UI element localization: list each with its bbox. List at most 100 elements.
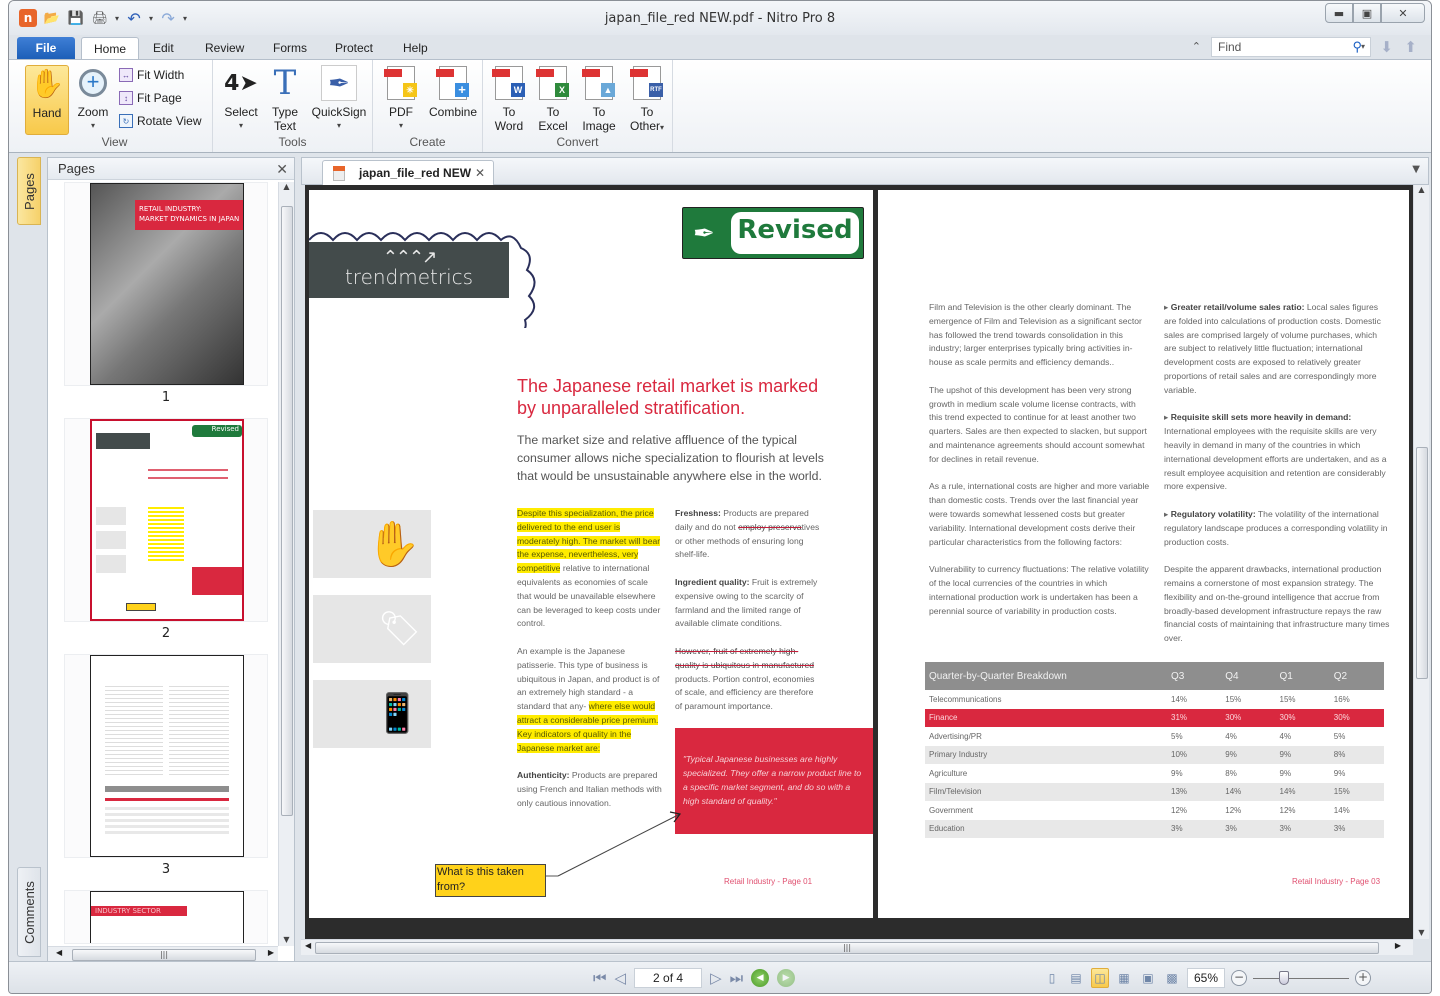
continuous-facing-view-icon[interactable]: ▦	[1115, 968, 1133, 988]
minimize-button[interactable]: ▬	[1325, 3, 1353, 23]
cell-value: 12%	[1225, 805, 1242, 815]
scroll-up-icon[interactable]: ▲	[279, 182, 294, 191]
thumbnail-page-4: INDUSTRY SECTOR	[90, 891, 244, 943]
close-tab-icon[interactable]: ✕	[475, 161, 485, 185]
to-image-button[interactable]: ▲ To Image	[577, 65, 621, 133]
page-thumbnail-1[interactable]: RETAIL INDUSTRY: MARKET DYNAMICS IN JAPA…	[64, 182, 268, 386]
zoom-out-button[interactable]: −	[1231, 970, 1247, 986]
zoom-slider-handle[interactable]	[1278, 971, 1289, 985]
row-label: Finance	[925, 708, 1167, 727]
facing-view-icon[interactable]: ◫	[1091, 968, 1109, 988]
quicksign-button[interactable]: ✒ QuickSign ▾	[309, 65, 369, 133]
comments-side-tab-label: Comments	[21, 880, 37, 944]
fit-width-button[interactable]: ↔ Fit Width	[119, 68, 184, 82]
to-other-button[interactable]: RTF To Other▾	[623, 65, 671, 135]
find-previous-icon[interactable]: ⬆	[1404, 38, 1417, 56]
close-panel-icon[interactable]: ✕	[276, 158, 288, 180]
fit-page-button[interactable]: ↕ Fit Page	[119, 91, 182, 105]
pages-hscroll-thumb[interactable]: |||	[72, 949, 256, 961]
table-row: Agriculture 9% 8% 9% 9%	[925, 764, 1384, 783]
rotate-view-button[interactable]: ↻ Rotate View	[119, 114, 201, 128]
scroll-left-icon[interactable]: ◀	[56, 948, 62, 957]
zoom-level-input[interactable]: 65%	[1187, 968, 1225, 988]
maximize-button[interactable]: ▣	[1353, 3, 1381, 23]
pages-horizontal-scrollbar[interactable]: ◀ ||| ▶	[48, 946, 278, 962]
create-pdf-button[interactable]: ✳ PDF ▾	[381, 65, 421, 133]
document-tab[interactable]: japan_file_red NEW ✕	[322, 160, 494, 186]
zoom-dropdown-icon: ▾	[90, 121, 95, 130]
next-view-button[interactable]: ▶	[777, 969, 796, 987]
tab-list-dropdown-icon[interactable]: ▼	[1412, 164, 1420, 175]
scroll-right-icon[interactable]: ▶	[1395, 941, 1401, 950]
pages-side-tab[interactable]: Pages	[17, 157, 41, 225]
scroll-up-icon[interactable]: ▲	[1414, 185, 1429, 194]
quicksign-label: QuickSign	[311, 105, 367, 119]
cell-value: 5%	[1333, 731, 1346, 741]
pages-scroll-thumb[interactable]	[281, 206, 293, 816]
zoom-slider[interactable]	[1253, 970, 1349, 986]
single-page-view-icon[interactable]: ▯	[1043, 968, 1061, 988]
pages-panel-title: Pages	[58, 161, 95, 176]
document-vertical-scrollbar[interactable]: ▲ ▼	[1413, 185, 1429, 939]
last-page-button[interactable]: ⏭	[730, 969, 744, 987]
find-next-icon[interactable]: ⬇	[1380, 38, 1393, 56]
previous-view-button[interactable]: ◀	[751, 969, 770, 987]
close-button[interactable]: ✕	[1381, 3, 1425, 23]
tab-file[interactable]: File	[17, 37, 75, 59]
fullscreen-view-icon[interactable]: ▣	[1139, 968, 1157, 988]
first-page-button[interactable]: ⏮	[593, 969, 607, 987]
pages-vertical-scrollbar[interactable]: ▲ ▼	[278, 182, 294, 946]
tab-forms[interactable]: Forms	[261, 37, 319, 59]
next-page-button[interactable]: ▷	[710, 969, 722, 987]
presentation-view-icon[interactable]: ▩	[1163, 968, 1181, 988]
page-thumbnail-3[interactable]	[64, 654, 268, 858]
hand-tool-button[interactable]: ✋ Hand	[25, 65, 69, 135]
to-word-button[interactable]: W To Word	[489, 65, 529, 133]
mobile-phone-icon: 📱	[313, 680, 431, 748]
type-text-button[interactable]: T Type Text	[265, 65, 305, 133]
tab-edit[interactable]: Edit	[141, 37, 186, 59]
tab-home[interactable]: Home	[81, 37, 140, 59]
find-options-icon[interactable]: ▾	[1361, 42, 1365, 51]
row-label: Agriculture	[929, 768, 968, 778]
scroll-down-icon[interactable]: ▼	[279, 935, 294, 944]
document-hscroll-thumb[interactable]: |||	[315, 942, 1379, 954]
zoom-label: Zoom	[77, 105, 109, 119]
collapse-ribbon-icon[interactable]: ⌃	[1192, 40, 1201, 53]
previous-page-button[interactable]: ◁	[615, 969, 627, 987]
combine-button[interactable]: + Combine	[425, 65, 481, 119]
bullet-title: Requisite skill sets more heavily in dem…	[1170, 412, 1352, 423]
scroll-left-icon[interactable]: ◀	[305, 941, 311, 950]
callout-arrow[interactable]	[546, 800, 686, 880]
pdf-page-2: ⌃⌃⌃↗ trendmetrics ✒ Revised The Japanese…	[309, 190, 873, 918]
col2-p3-text: products. Portion control, economies of …	[675, 673, 815, 712]
page-thumbnail-2[interactable]: Revised	[64, 418, 268, 622]
type-text-label-1: Type	[271, 105, 298, 119]
callout-note[interactable]: What is this taken from?	[435, 864, 546, 897]
zoom-button[interactable]: + Zoom ▾	[73, 65, 113, 133]
comments-side-tab[interactable]: Comments	[17, 867, 41, 957]
page-thumbnail-4[interactable]: INDUSTRY SECTOR	[64, 890, 268, 944]
to-excel-button[interactable]: X To Excel	[533, 65, 573, 133]
tab-review[interactable]: Review	[193, 37, 256, 59]
pages-side-tab-label: Pages	[21, 172, 37, 210]
find-input[interactable]: Find ⚲	[1211, 37, 1371, 57]
status-bar: ⏮ ◁ 2 of 4 ▷ ⏭ ◀ ▶ ▯ ▤ ◫ ▦ ▣ ▩ 65% − +	[9, 961, 1431, 993]
tab-protect[interactable]: Protect	[323, 37, 385, 59]
continuous-view-icon[interactable]: ▤	[1067, 968, 1085, 988]
revised-stamp[interactable]: ✒ Revised	[682, 207, 864, 259]
scroll-right-icon[interactable]: ▶	[268, 948, 274, 957]
page-number-input[interactable]: 2 of 4	[634, 968, 703, 988]
select-tool-button[interactable]: 𝟰➤ Select ▾	[219, 65, 263, 133]
zoom-in-button[interactable]: +	[1355, 970, 1371, 986]
document-scroll-thumb[interactable]	[1416, 447, 1428, 679]
cell-value: 3%	[1275, 819, 1330, 838]
strikethrough-text-1[interactable]: employ preserva	[738, 522, 802, 532]
document-horizontal-scrollbar[interactable]: ◀ ||| ▶	[301, 939, 1413, 955]
row-label: Advertising/PR	[929, 731, 982, 741]
page2-column-1: Despite this specialization, the price d…	[517, 507, 663, 824]
document-viewport[interactable]: ⌃⌃⌃↗ trendmetrics ✒ Revised The Japanese…	[305, 185, 1413, 939]
strikethrough-text-2[interactable]: However, fruit of extremely high-quality…	[675, 646, 814, 670]
scroll-down-icon[interactable]: ▼	[1414, 928, 1429, 937]
tab-help[interactable]: Help	[391, 37, 440, 59]
